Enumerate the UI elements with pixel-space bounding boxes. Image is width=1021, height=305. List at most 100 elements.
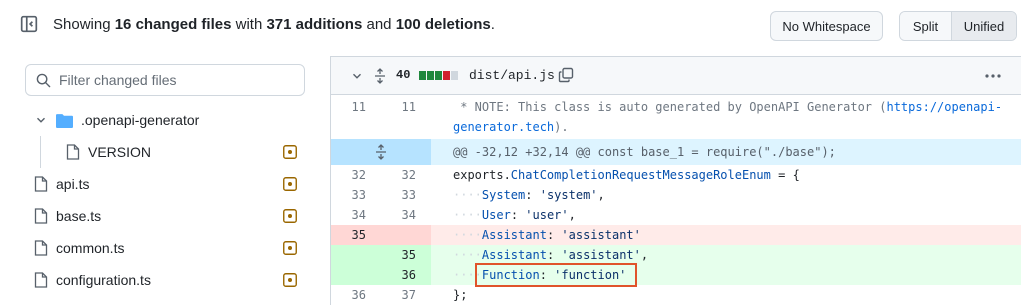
code-string: 'assistant'	[561, 248, 641, 262]
diffstat-bar	[419, 71, 458, 80]
file-icon	[34, 272, 48, 288]
chevron-down-icon[interactable]	[34, 113, 48, 127]
diffstat-add-block	[435, 71, 442, 80]
code-string: 'system'	[539, 188, 598, 202]
unfold-icon[interactable]	[374, 144, 388, 160]
diffstat-neutral-block	[451, 71, 458, 80]
diffstat-delete-block	[443, 71, 450, 80]
tree-file-configuration-ts[interactable]: configuration.ts	[25, 264, 307, 296]
file-modified-icon	[283, 273, 297, 287]
diffstat-add-block	[427, 71, 434, 80]
diff-line-context: 36 37 };	[331, 285, 1021, 305]
unified-view-button[interactable]: Unified	[952, 12, 1016, 40]
code-comment: ).	[554, 120, 569, 134]
code-string: 'user'	[525, 208, 569, 222]
file-icon	[34, 176, 48, 192]
diff-line-addition: 36 ····Function: 'function'	[331, 265, 1021, 285]
old-line-number: 11	[351, 100, 366, 114]
summary-and: and	[362, 16, 396, 33]
code-string: 'assistant'	[561, 228, 641, 242]
file-name[interactable]: dist/api.js	[469, 68, 555, 83]
copy-icon[interactable]	[558, 67, 574, 83]
file-modified-icon	[283, 209, 297, 223]
new-line-number: 32	[401, 168, 416, 182]
search-icon	[36, 73, 51, 87]
code-property: Assistant	[481, 228, 547, 242]
code-token: = {	[770, 168, 800, 182]
view-mode-toggle: Split Unified	[899, 11, 1017, 41]
new-line-number: 11	[401, 100, 416, 114]
new-line-number: 34	[401, 208, 416, 222]
old-line-number: 36	[351, 288, 366, 302]
no-whitespace-button[interactable]: No Whitespace	[770, 11, 883, 41]
file-modified-icon	[283, 145, 297, 159]
change-count: 40	[396, 68, 411, 82]
tree-item-label: base.ts	[56, 208, 102, 224]
diff-line-context: 34 34 ····User: 'user',	[331, 205, 1021, 225]
code-content: ····User: 'user',	[453, 208, 576, 222]
tree-file-common-ts[interactable]: common.ts	[25, 232, 307, 264]
diff-summary: Showing 16 changed files with 371 additi…	[53, 16, 495, 33]
code-comment: * NOTE: This class is auto generated by …	[453, 100, 887, 114]
code-property: System	[481, 188, 526, 202]
code-link[interactable]: generator.tech	[453, 120, 554, 134]
unfold-icon[interactable]	[373, 68, 387, 84]
old-line-number	[331, 265, 381, 285]
summary-prefix: Showing	[53, 16, 115, 33]
code-content: };	[453, 288, 468, 302]
tree-file-base-ts[interactable]: base.ts	[25, 200, 307, 232]
hunk-header-text: @@ -32,12 +32,14 @@ const base_1 = requi…	[453, 145, 836, 159]
diffstat-add-block	[419, 71, 426, 80]
highlight-annotation-box	[475, 263, 637, 287]
old-line-number	[331, 117, 381, 137]
old-line-number	[331, 245, 381, 265]
diff-toolbar: Showing 16 changed files with 371 additi…	[0, 0, 1021, 52]
tree-item-label: configuration.ts	[56, 272, 151, 288]
code-property: ChatCompletionRequestMessageRoleEnum	[510, 168, 771, 182]
old-line-number: 35	[331, 225, 381, 245]
code-content: ····Assistant: 'assistant'	[453, 228, 641, 242]
split-view-button[interactable]: Split	[900, 12, 952, 40]
sidebar-toggle-icon[interactable]	[20, 15, 38, 33]
code-content: * NOTE: This class is auto generated by …	[431, 97, 1002, 117]
kebab-menu-icon[interactable]	[984, 73, 1002, 79]
additions-count: 371 additions	[266, 16, 363, 33]
new-line-number: 33	[401, 188, 416, 202]
diff-line-wrap: generator.tech).	[331, 117, 1021, 137]
whitespace-marker: ····	[453, 248, 482, 262]
code-property: Assistant	[481, 248, 547, 262]
new-line-number: 36	[381, 265, 431, 285]
code-link[interactable]: https://openapi-	[886, 100, 1002, 114]
code-property: User	[481, 208, 511, 222]
tree-file-api-ts[interactable]: api.ts	[25, 168, 307, 200]
deletions-count: 100 deletions	[395, 16, 491, 33]
expand-hunk[interactable]	[331, 139, 431, 165]
code-content: generator.tech).	[431, 117, 569, 137]
code-token: exports.	[453, 168, 511, 182]
hunk-header: @@ -32,12 +32,14 @@ const base_1 = requi…	[331, 139, 1021, 165]
summary-end: .	[490, 16, 495, 33]
file-icon	[34, 240, 48, 256]
code-content: ····Assistant: 'assistant',	[453, 248, 649, 262]
new-line-number: 35	[381, 245, 431, 265]
filter-files-input[interactable]	[59, 72, 289, 88]
diff-line-context: 11 11 * NOTE: This class is auto generat…	[331, 97, 1021, 117]
summary-with: with	[231, 16, 267, 33]
tree-folder-openapi-generator[interactable]: .openapi-generator	[25, 104, 307, 136]
filter-files-field[interactable]	[25, 64, 305, 96]
tree-item-label: .openapi-generator	[81, 112, 200, 128]
file-modified-icon	[283, 241, 297, 255]
tree-file-version[interactable]: VERSION	[25, 136, 307, 168]
diff-line-addition: 35 ····Assistant: 'assistant',	[331, 245, 1021, 265]
code-content: ····System: 'system',	[453, 188, 605, 202]
new-line-number: 37	[401, 288, 416, 302]
folder-icon	[56, 113, 73, 128]
tree-item-label: VERSION	[88, 144, 152, 160]
new-line-number	[381, 117, 431, 137]
old-line-number: 34	[351, 208, 366, 222]
chevron-down-icon[interactable]	[350, 69, 364, 83]
code-content: exports.ChatCompletionRequestMessageRole…	[431, 165, 800, 185]
file-icon	[66, 144, 80, 160]
file-header: 40 dist/api.js	[331, 57, 1021, 95]
diff-line-context: 32 32 exports.ChatCompletionRequestMessa…	[331, 165, 1021, 185]
